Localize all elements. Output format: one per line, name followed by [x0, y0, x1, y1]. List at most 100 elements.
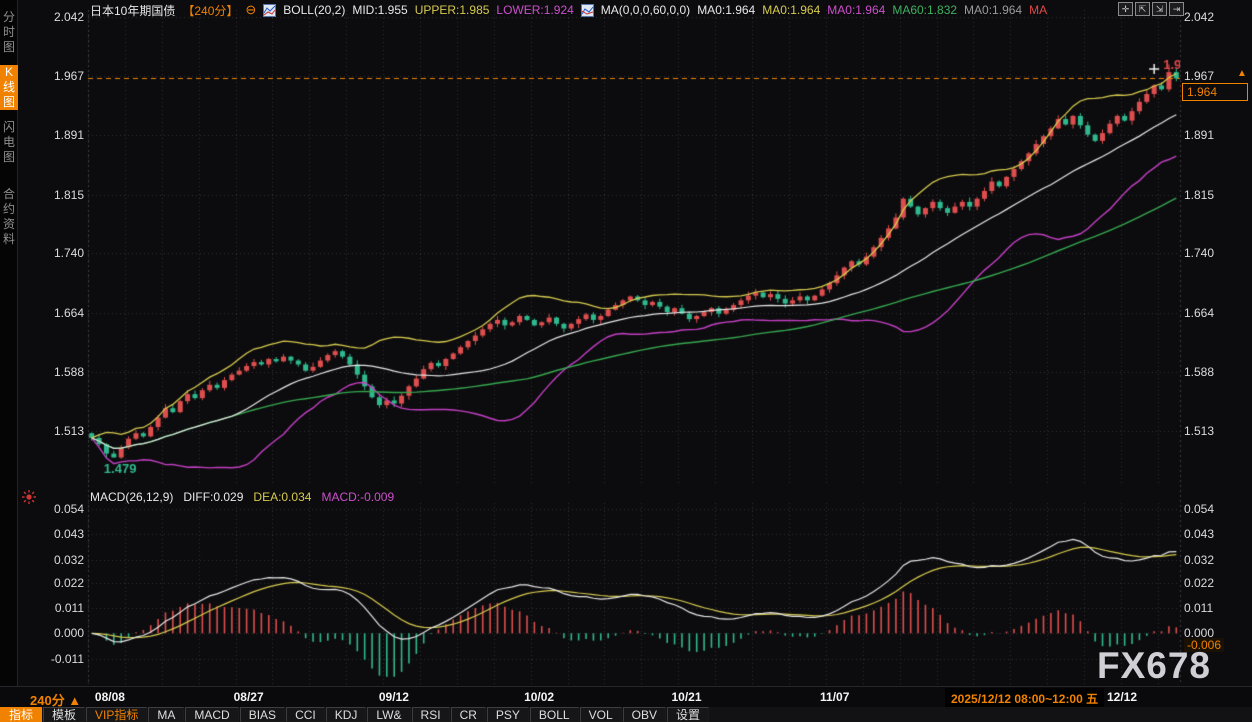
y-tick-label: 0.000	[20, 626, 84, 640]
candlestick-chart-canvas[interactable]	[0, 0, 1252, 686]
toolbar-item-VOL[interactable]: VOL	[580, 707, 622, 722]
fx678-watermark: FX678	[1097, 645, 1211, 687]
y-tick-label: 1.513	[20, 424, 84, 438]
y-tick-label: 0.011	[1184, 601, 1213, 615]
y-tick-label: 1.891	[1184, 128, 1214, 142]
bar-tooltip: 2025/12/12 08:00~12:00 五	[945, 688, 1104, 709]
period-badge: 【240分】	[182, 2, 238, 19]
y-tick-label: 1.513	[1184, 424, 1214, 438]
toolbar-item-MA[interactable]: MA	[148, 707, 184, 722]
sidebar-tab-char: 时	[0, 25, 18, 40]
y-tick-label: 1.815	[1184, 188, 1214, 202]
toolbar-item-CCI[interactable]: CCI	[286, 707, 325, 722]
toolbar-item-BIAS[interactable]: BIAS	[240, 707, 285, 722]
sidebar-tab-char: 约	[0, 202, 18, 217]
toolbar-item-LW&[interactable]: LW&	[367, 707, 410, 722]
exit-chart-icon[interactable]: ⇥	[1169, 2, 1184, 16]
live-indicator-icon[interactable]	[21, 489, 37, 510]
x-tick-label: 09/12	[379, 690, 409, 704]
toolbar-item-设置[interactable]: 设置	[667, 707, 709, 722]
y-tick-label: 0.011	[20, 601, 84, 615]
price-up-arrow-icon: ▲	[1237, 68, 1247, 79]
boll-lower-value: LOWER:1.924	[496, 3, 573, 17]
ma60-value: MA60:1.832	[892, 3, 957, 17]
x-axis-row: 240分 ▲ 2025/12/12 08:00~12:00 五 12/12 08…	[0, 686, 1252, 707]
sidebar-tab-char: 资	[0, 217, 18, 232]
y-tick-label: 0.054	[1184, 502, 1214, 516]
axis-zoom-in-icon[interactable]: ⇱	[1135, 2, 1150, 16]
collapse-indicator-icon[interactable]: ⊖	[245, 2, 256, 18]
toolbar-item-指标[interactable]: 指标	[0, 707, 42, 722]
y-tick-label: -0.011	[20, 652, 84, 666]
x-tick-label: 10/02	[524, 690, 554, 704]
sidebar-tab-char: 图	[0, 150, 18, 165]
sidebar-tab-char: 图	[0, 95, 18, 110]
macd-dea-value: DEA:0.034	[253, 490, 311, 504]
sidebar-tab-char: 分	[0, 10, 18, 25]
toolbar-item-模板[interactable]: 模板	[43, 707, 85, 722]
y-tick-label: 1.664	[1184, 306, 1214, 320]
chart-tool-buttons: ✛ ⇱ ⇲ ⇥	[1118, 2, 1184, 16]
y-tick-label: 0.032	[1184, 553, 1214, 567]
x-tick-label: 08/08	[95, 690, 125, 704]
crosshair-tool-icon[interactable]: ✛	[1118, 2, 1133, 16]
boll-indicator-icon[interactable]	[263, 4, 276, 17]
y-tick-label: 2.042	[20, 10, 84, 24]
sidebar-tab-3[interactable]: 闪电图	[0, 120, 18, 165]
sidebar-tab-2[interactable]: K线图	[0, 65, 18, 110]
x-tick-last-date: 12/12	[1107, 690, 1137, 704]
y-tick-label: 0.022	[20, 576, 84, 590]
chart-header: 日本10年期国债 【240分】 ⊖ BOLL(20,2) MID:1.955 U…	[90, 2, 1047, 18]
macd-macd-value: MACD:-0.009	[321, 490, 394, 504]
y-tick-label: 0.032	[20, 553, 84, 567]
x-tick-label: 10/21	[672, 690, 702, 704]
y-tick-label: 1.588	[1184, 365, 1214, 379]
y-tick-label: 1.891	[20, 128, 84, 142]
y-tick-label: 2.042	[1184, 10, 1214, 24]
boll-mid-value: MID:1.955	[352, 3, 407, 17]
y-tick-label: 1.740	[1184, 246, 1214, 260]
ma0-white-value: MA0:1.964	[697, 3, 755, 17]
sidebar-tab-char: 合	[0, 187, 18, 202]
toolbar-item-OBV[interactable]: OBV	[623, 707, 666, 722]
toolbar-item-PSY[interactable]: PSY	[487, 707, 529, 722]
axis-zoom-out-icon[interactable]: ⇲	[1152, 2, 1167, 16]
sidebar-tab-char: K	[0, 65, 18, 80]
toolbar-item-RSI[interactable]: RSI	[412, 707, 450, 722]
ma-indicator-icon[interactable]	[581, 4, 594, 17]
sidebar-tab-char: 电	[0, 135, 18, 150]
toolbar-item-CR[interactable]: CR	[451, 707, 486, 722]
boll-upper-value: UPPER:1.985	[415, 3, 490, 17]
macd-diff-value: DIFF:0.029	[183, 490, 243, 504]
sidebar-tab-char: 闪	[0, 120, 18, 135]
y-tick-label: 1.740	[20, 246, 84, 260]
x-tick-label: 08/27	[234, 690, 264, 704]
y-tick-label: 1.967	[20, 69, 84, 83]
toolbar-item-MACD[interactable]: MACD	[185, 707, 238, 722]
x-tick-label: 11/07	[820, 690, 849, 704]
indicator-toolbar: 指标模板VIP指标MAMACDBIASCCIKDJLW&RSICRPSYBOLL…	[0, 707, 1252, 722]
sidebar-tab-char: 图	[0, 40, 18, 55]
y-tick-label: 0.022	[1184, 576, 1214, 590]
y-tick-label: 1.815	[20, 188, 84, 202]
instrument-title: 日本10年期国债	[90, 2, 175, 19]
toolbar-item-VIP指标[interactable]: VIP指标	[86, 707, 147, 722]
y-tick-label: 1.588	[20, 365, 84, 379]
ma0-gray-value: MA0:1.964	[964, 3, 1022, 17]
ma-red-label: MA	[1029, 3, 1047, 17]
boll-name: BOLL(20,2)	[283, 3, 345, 17]
sidebar-tab-char: 料	[0, 232, 18, 247]
sidebar-tab-4[interactable]: 合约资料	[0, 187, 18, 247]
y-tick-label: 1.664	[20, 306, 84, 320]
current-price-tag: 1.964	[1182, 83, 1248, 101]
toolbar-item-KDJ[interactable]: KDJ	[326, 707, 367, 722]
ma0-magenta-value: MA0:1.964	[827, 3, 885, 17]
macd-name: MACD(26,12,9)	[90, 490, 173, 504]
ma0-yellow-value: MA0:1.964	[762, 3, 820, 17]
ma-name: MA(0,0,0,60,0,0)	[601, 3, 690, 17]
toolbar-item-BOLL[interactable]: BOLL	[530, 707, 579, 722]
sidebar-tab-1[interactable]: 分时图	[0, 10, 18, 55]
y-tick-label: 0.043	[20, 527, 84, 541]
y-tick-label: 0.043	[1184, 527, 1214, 541]
sidebar-tab-char: 线	[0, 80, 18, 95]
